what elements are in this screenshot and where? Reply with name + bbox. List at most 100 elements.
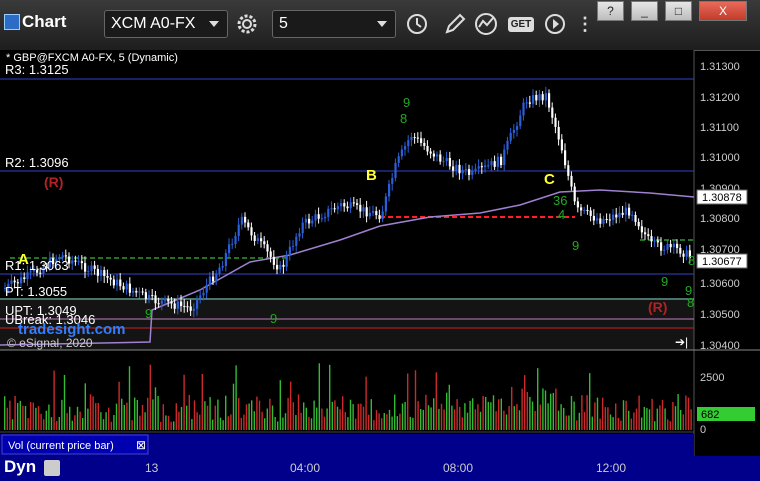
volume-bar: [453, 409, 456, 430]
volume-bar: [521, 388, 523, 430]
volume-bar: [464, 403, 466, 430]
candle-body: [525, 102, 528, 104]
volume-bar: [685, 395, 687, 430]
play-button[interactable]: [540, 10, 570, 38]
settings-button[interactable]: [232, 10, 262, 38]
volume-bar: [474, 409, 476, 430]
minimize-button[interactable]: _: [631, 1, 658, 21]
volume-bar: [360, 403, 362, 430]
volume-bar: [253, 411, 255, 430]
dyn-label[interactable]: Dyn: [4, 457, 36, 477]
candle-body: [564, 150, 567, 166]
volume-bar: [664, 408, 666, 430]
candle-body: [621, 212, 624, 215]
volume-bar: [422, 409, 424, 430]
candle-body: [356, 203, 359, 205]
volume-bar: [271, 405, 274, 430]
maximize-button[interactable]: □: [665, 1, 692, 21]
candle-body: [160, 300, 163, 304]
interval-select[interactable]: 5: [272, 10, 396, 38]
volume-bar: [583, 411, 586, 430]
marker-b: B: [366, 167, 377, 184]
price-tick: 1.30600: [700, 278, 740, 290]
close-icon[interactable]: ⊠: [136, 438, 146, 452]
volume-bar: [118, 381, 120, 430]
volume-bar: [607, 407, 609, 430]
candle-body: [640, 226, 643, 233]
volume-bar: [635, 408, 638, 430]
chart-info: * GBP@FXCM A0-FX, 5 (Dynamic): [6, 52, 178, 64]
volume-bar: [638, 395, 640, 430]
volume-bar: [633, 412, 635, 430]
count-label: 4: [558, 207, 565, 222]
volume-bar: [92, 396, 94, 430]
volume-bar: [477, 404, 479, 430]
count-label: 9: [661, 274, 668, 289]
volume-bar: [672, 401, 674, 430]
candle-body: [583, 210, 586, 212]
candle-body: [634, 214, 637, 222]
candle-body: [20, 277, 23, 284]
candle-body: [183, 305, 186, 307]
volume-bar: [105, 412, 107, 430]
clock-button[interactable]: [402, 10, 432, 38]
volume-bar: [292, 402, 294, 430]
volume-bar: [674, 406, 677, 430]
volume-bar: [160, 421, 162, 430]
volume-bar: [461, 417, 463, 430]
scale-icon[interactable]: [44, 460, 60, 476]
volume-bar: [313, 400, 315, 430]
close-button[interactable]: X: [699, 1, 747, 21]
candle-body: [260, 238, 263, 242]
candle-body: [167, 298, 170, 302]
volume-bar: [206, 405, 209, 430]
candle-body: [266, 244, 269, 252]
scroll-end-icon[interactable]: ➔|: [675, 335, 688, 349]
volume-bar: [659, 405, 661, 430]
volume-bar: [508, 406, 510, 430]
study-button[interactable]: [472, 10, 502, 38]
candle-body: [528, 102, 531, 104]
volume-bar: [209, 397, 211, 430]
candle-body: [410, 137, 413, 141]
volume-bar: [196, 412, 198, 430]
more-icon: ⋮: [576, 13, 594, 34]
get-button[interactable]: GET: [504, 10, 538, 38]
count-label: 36: [553, 193, 567, 208]
volume-bar: [414, 370, 417, 430]
time-axis: Dyn 13 04:00 08:00 12:00: [0, 456, 760, 481]
candle-body: [263, 241, 266, 245]
candle-body: [100, 270, 103, 276]
volume-bar: [43, 419, 45, 430]
volume-bar: [4, 396, 6, 430]
level-label-r2: R2: 1.3096: [5, 155, 69, 170]
volume-tick: 2500: [700, 372, 724, 384]
volume-bar: [537, 368, 539, 430]
volume-bar: [290, 381, 292, 430]
help-button[interactable]: ?: [597, 1, 624, 21]
volume-bar: [451, 405, 453, 430]
volume-bar: [349, 399, 352, 430]
volume-bar: [690, 409, 692, 430]
candle-body: [468, 169, 471, 175]
volume-bar: [167, 415, 170, 430]
candle-body: [282, 264, 285, 267]
volume-bar: [69, 406, 71, 430]
draw-button[interactable]: [440, 10, 470, 38]
volume-bar: [459, 406, 461, 430]
candle-body: [199, 295, 202, 299]
candle-body: [186, 306, 189, 308]
volume-bar: [612, 417, 614, 430]
symbol-select[interactable]: XCM A0-FX: [104, 10, 228, 38]
more-button[interactable]: ⋮: [570, 10, 600, 38]
candle-body: [224, 253, 227, 266]
candle-body: [653, 240, 656, 242]
volume-bar: [152, 399, 154, 430]
volume-bar: [326, 408, 328, 430]
volume-bar: [388, 409, 391, 430]
candle-body: [231, 243, 234, 245]
candle-body: [362, 207, 365, 212]
volume-bar: [581, 395, 583, 430]
chart-area[interactable]: R3: 1.3125 R2: 1.3096 R1: 1.3063 PT: 1.3…: [0, 50, 760, 456]
volume-bar: [100, 412, 102, 430]
